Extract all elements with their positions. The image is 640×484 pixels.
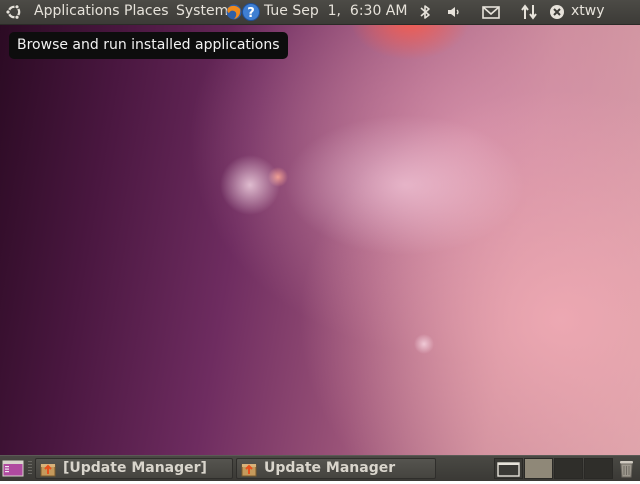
- workspace-3[interactable]: [554, 458, 583, 479]
- clock[interactable]: Tue Sep 1, 6:30 AM: [264, 3, 407, 19]
- bottom-panel: [Update Manager] Update Manager: [0, 455, 640, 481]
- taskbar-button-update-manager[interactable]: Update Manager: [236, 458, 436, 479]
- window-thumbnail-icon: [497, 462, 520, 477]
- tooltip: Browse and run installed applications: [9, 32, 288, 59]
- desktop-wallpaper: [0, 0, 640, 480]
- update-manager-icon: [241, 464, 257, 477]
- mail-icon[interactable]: [481, 3, 501, 21]
- network-icon[interactable]: [519, 3, 539, 21]
- bluetooth-icon[interactable]: [418, 3, 432, 21]
- ubuntu-logo-icon[interactable]: [5, 3, 23, 21]
- show-desktop-icon[interactable]: [2, 459, 24, 478]
- user-status-icon[interactable]: [548, 3, 566, 21]
- svg-text:?: ?: [247, 6, 255, 21]
- top-panel: Applications Places System ? Tue Sep 1, …: [0, 0, 640, 25]
- task-label: Update Manager: [264, 460, 396, 476]
- workspace-2[interactable]: [524, 458, 553, 479]
- workspace-1[interactable]: [494, 458, 523, 479]
- trash-icon[interactable]: [617, 458, 636, 479]
- task-label: [Update Manager]: [63, 460, 207, 476]
- help-icon[interactable]: ?: [241, 2, 261, 22]
- panel-grip[interactable]: [28, 461, 32, 476]
- username-menu[interactable]: xtwy: [571, 3, 605, 19]
- update-manager-icon: [40, 464, 56, 477]
- workspace-4[interactable]: [584, 458, 613, 479]
- volume-icon[interactable]: [446, 3, 464, 21]
- taskbar-button-update-manager-minimized[interactable]: [Update Manager]: [35, 458, 233, 479]
- places-menu[interactable]: Places: [124, 3, 169, 19]
- workspace-switcher: [494, 458, 614, 479]
- system-menu[interactable]: System: [176, 3, 228, 19]
- applications-menu[interactable]: Applications: [34, 3, 120, 19]
